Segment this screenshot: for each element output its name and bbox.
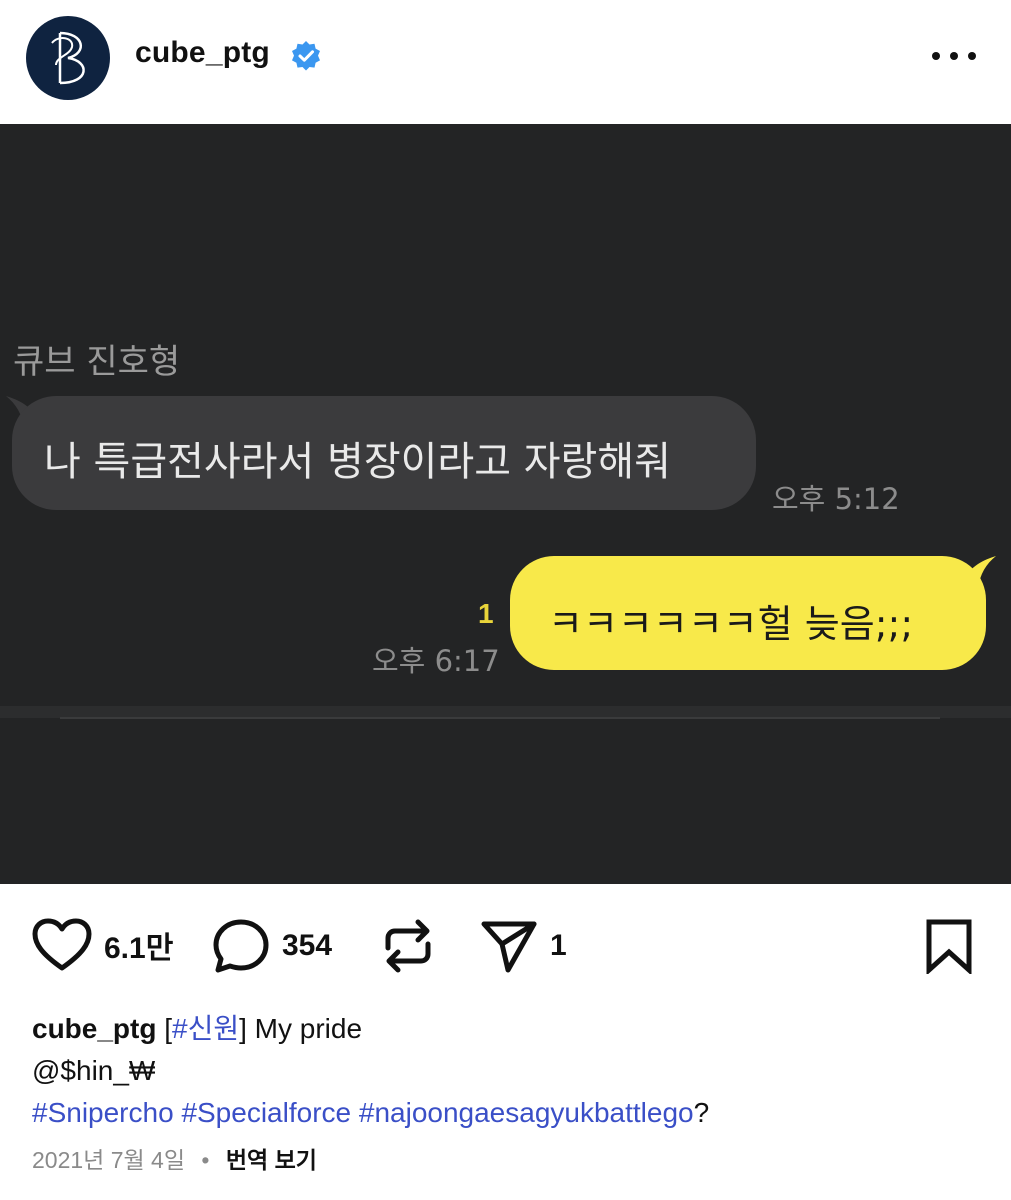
outgoing-message-time: 오후 6:17 [372,644,500,678]
share-count: 1 [550,929,567,962]
post-action-bar: 6.1만 354 1 [0,884,1011,1004]
share-button[interactable]: 1 [480,918,567,974]
caption-tag-open: [ [164,1013,173,1044]
comment-button[interactable]: 354 [212,918,332,974]
incoming-message-text: 나 특급전사라서 병장이라고 자랑해줘 [44,439,671,485]
heart-icon [32,918,92,971]
caption-username[interactable]: cube_ptg [32,1013,156,1044]
more-dot [968,52,976,60]
more-dot [932,52,940,60]
post-meta: 2021년 7월 4일 • 번역 보기 [32,1141,317,1175]
comment-count: 354 [282,929,333,962]
caption-mention[interactable]: @$hin_₩ [32,1055,155,1086]
post-caption: cube_ptg [#신원] My pride @$hin_₩ #Sniperc… [32,1008,992,1134]
post-image-chat-screenshot[interactable]: 큐브 진호형 나 특급전사라서 병장이라고 자랑해줘 오후 5:12 ㅋㅋㅋㅋㅋ… [0,124,1011,884]
caption-tag-close: ] [239,1013,247,1044]
repost-icon [385,919,431,973]
hashtag-suffix: ? [693,1097,710,1128]
post-date: 2021년 7월 4일 [32,1147,186,1173]
more-dots-icon[interactable] [932,44,976,68]
caption-line-2: @$hin_₩ [32,1050,992,1092]
like-count: 6.1만 [104,932,174,965]
caption-line-1: cube_ptg [#신원] My pride [32,1008,992,1050]
meta-separator: • [201,1147,210,1173]
hashtag-link[interactable]: #najoongaesagyukbattlego [359,1097,694,1128]
caption-line-3: #Snipercho #Specialforce #najoongaesagyu… [32,1092,992,1134]
verified-badge-icon [292,41,320,71]
post-username[interactable]: cube_ptg [135,36,270,70]
chat-divider-line [60,717,940,719]
comment-icon [213,919,269,973]
hashtag-link[interactable]: #Snipercho [32,1097,174,1128]
chat-sender-name: 큐브 진호형 [13,342,181,382]
hashtag-link[interactable]: #Specialforce [181,1097,351,1128]
incoming-message-time: 오후 5:12 [772,482,900,516]
caption-tag-link[interactable]: #신원 [172,1013,239,1044]
unread-count: 1 [478,598,494,629]
post-header: cube_ptg [0,0,1011,124]
send-icon [481,921,537,973]
like-button[interactable]: 6.1만 [32,918,173,972]
avatar[interactable] [26,16,110,100]
repost-button[interactable] [382,918,434,974]
translate-link[interactable]: 번역 보기 [226,1147,317,1173]
caption-text: My pride [246,1013,363,1044]
bookmark-button[interactable] [924,918,974,974]
bookmark-icon [926,919,972,974]
brand-logo-icon [51,31,85,85]
outgoing-message-text: ㅋㅋㅋㅋㅋㅋ헐 늦음;;; [548,602,914,646]
more-dot [950,52,958,60]
